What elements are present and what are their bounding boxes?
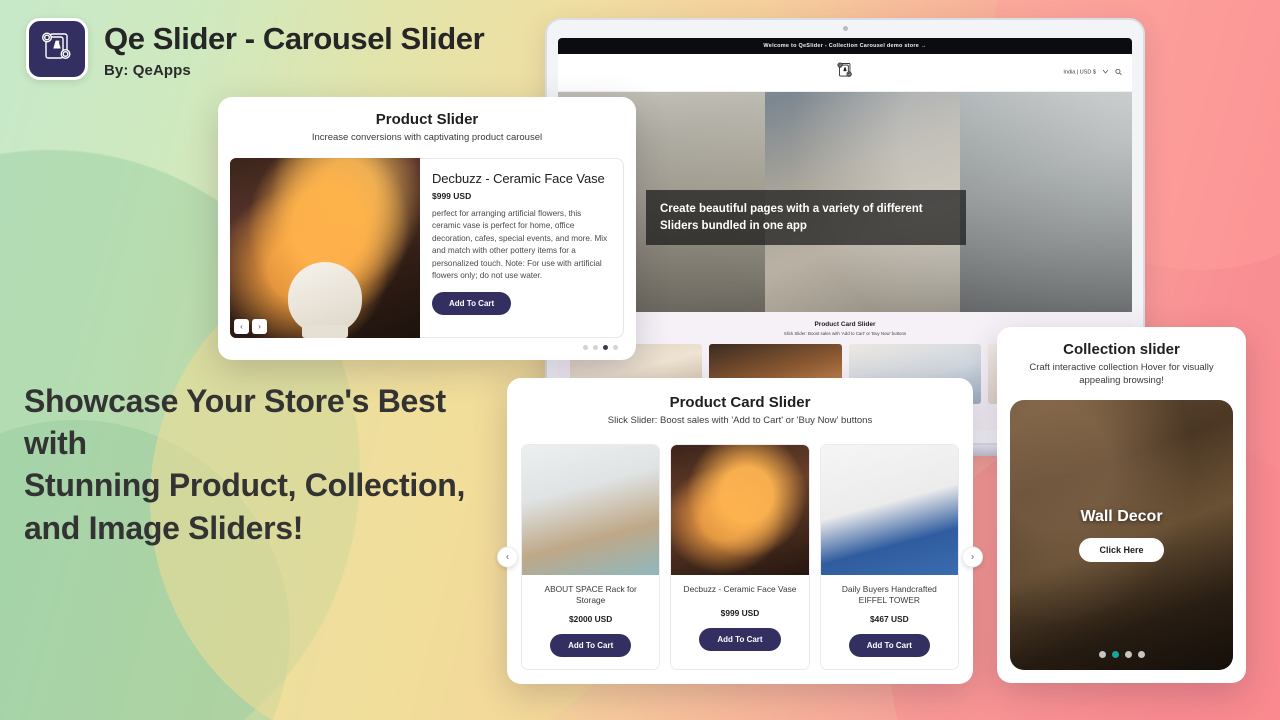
product-card-name: ABOUT SPACE Rack for Storage [544, 583, 637, 606]
laptop-camera [842, 26, 848, 31]
vase-base-shape [302, 324, 348, 338]
store-hero-banner: Create beautiful pages with a variety of… [558, 92, 1132, 312]
slider-dot[interactable] [593, 344, 598, 350]
search-icon[interactable] [1115, 68, 1122, 77]
collection-slider-subtitle: Craft interactive collection Hover for v… [1029, 362, 1214, 386]
hero-headline: Showcase Your Store's Best with Stunning… [24, 380, 504, 549]
app-title: Qe Slider - Carousel Slider [104, 21, 485, 56]
product-card[interactable]: ABOUT SPACE Rack for Storage $2000 USD A… [521, 443, 661, 670]
store-announcement-bar: Welcome to QeSlider - Collection Carouse… [558, 38, 1132, 54]
store-logo-icon[interactable] [834, 59, 856, 86]
product-card-image [820, 444, 958, 575]
product-card-slider-title: Product Card Slider [669, 394, 811, 411]
app-logo [26, 18, 88, 80]
store-hero-caption: Create beautiful pages with a variety of… [646, 190, 966, 246]
headline-line-2: Stunning Product, Collection, [24, 467, 466, 504]
product-card-slider-subtitle: Slick Slider: Boost sales with 'Add to C… [607, 415, 873, 426]
carousel-dress-icon [37, 27, 77, 72]
collection-label: Wall Decor [1080, 507, 1163, 525]
product-price: $999 USD [432, 190, 472, 201]
store-nav-right: India | USD $ [1063, 68, 1122, 77]
add-to-cart-button[interactable]: Add To Cart [848, 633, 930, 657]
slider-dot[interactable] [613, 344, 618, 350]
app-developer: By: QeApps [104, 61, 191, 79]
product-card-price: $999 USD [720, 607, 760, 618]
collection-dot-active[interactable] [1111, 650, 1119, 658]
product-card-row: ‹ ABOUT SPACE Rack for Storage $2000 USD… [497, 443, 983, 670]
collection-dot[interactable] [1137, 650, 1145, 658]
store-navbar: India | USD $ [558, 54, 1132, 92]
headline-line-3: and Image Sliders! [24, 509, 304, 546]
currency-selector[interactable]: India | USD $ [1063, 70, 1096, 76]
collection-image[interactable]: Wall Decor Click Here [1010, 399, 1233, 670]
collection-dot[interactable] [1124, 650, 1132, 658]
product-card-name: Daily Buyers Handcrafted EIFFEL TOWER [841, 583, 937, 606]
vase-shape [288, 261, 362, 334]
slider-dot[interactable] [583, 344, 588, 350]
product-slider-prev-button[interactable]: ‹ [234, 318, 249, 334]
product-slider-next-button[interactable]: › [252, 318, 267, 334]
collection-dot[interactable] [1098, 650, 1106, 658]
product-card-next-button[interactable]: › [962, 546, 983, 568]
slider-dot-active[interactable] [603, 344, 608, 350]
product-image: ‹ › [230, 157, 420, 338]
collection-overlay: Wall Decor Click Here [1010, 508, 1233, 562]
product-slider-subtitle: Increase conversions with captivating pr… [311, 132, 543, 143]
product-card-prev-button[interactable]: ‹ [497, 546, 518, 568]
product-slider-body: ‹ › Decbuzz - Ceramic Face Vase $999 USD… [230, 157, 624, 338]
product-slider-dots [230, 344, 624, 350]
collection-click-here-button[interactable]: Click Here [1079, 537, 1164, 562]
product-description: perfect for arranging artificial flowers… [432, 208, 608, 281]
product-card-name: Decbuzz - Ceramic Face Vase [683, 583, 797, 594]
product-card-price: $467 USD [870, 613, 909, 624]
product-card[interactable]: Daily Buyers Handcrafted EIFFEL TOWER $4… [819, 443, 959, 670]
app-header: Qe Slider - Carousel Slider By: QeApps [26, 18, 485, 80]
product-slider-card: Product Slider Increase conversions with… [218, 97, 636, 360]
chevron-down-icon[interactable] [1102, 69, 1109, 76]
add-to-cart-button[interactable]: Add To Cart [432, 291, 512, 315]
product-card-image [671, 444, 809, 575]
collection-slider-title: Collection slider [1063, 341, 1180, 358]
product-info: Decbuzz - Ceramic Face Vase $999 USD per… [420, 157, 624, 338]
headline-line-1: Showcase Your Store's Best with [24, 383, 446, 462]
product-card[interactable]: Decbuzz - Ceramic Face Vase $999 USD Add… [670, 443, 810, 670]
product-card-slider-card: Product Card Slider Slick Slider: Boost … [497, 378, 983, 684]
product-card-price: $2000 USD [569, 613, 613, 624]
add-to-cart-button[interactable]: Add To Cart [550, 633, 632, 657]
product-slider-title: Product Slider [375, 111, 479, 128]
product-slider-arrows: ‹ › [234, 318, 267, 334]
product-card-image [522, 444, 660, 575]
collection-slider-card: Collection slider Craft interactive coll… [997, 327, 1246, 683]
product-name: Decbuzz - Ceramic Face Vase [432, 170, 605, 186]
add-to-cart-button[interactable]: Add To Cart [699, 627, 781, 651]
collection-slider-dots [1010, 650, 1233, 658]
